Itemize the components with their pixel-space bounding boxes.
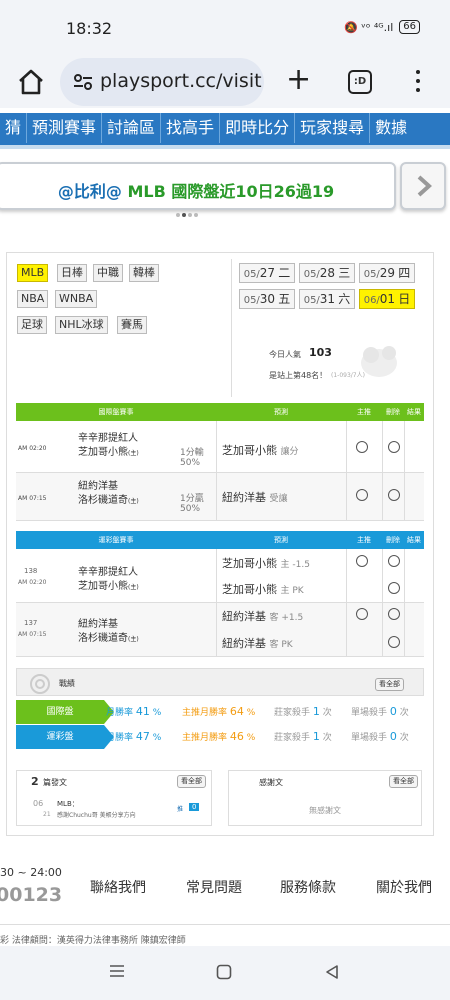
promo-banner[interactable]: @比利@ MLB 國際盤近10日26過19 [0, 162, 396, 210]
posts-panel: 2 篇發文 看全部 06 21 MLB： 感謝Chuchu哥 美帳分享方向 推 … [16, 770, 212, 826]
legal-text: 彩 法律顧問：漢英得力法律事務所 陳鎮宏律師 [0, 936, 186, 946]
nav-item[interactable]: 數據 [370, 113, 412, 143]
date-tab[interactable]: 05/29 四 [359, 263, 415, 283]
address-bar[interactable]: playsport.cc/visit [60, 58, 264, 106]
posts-view-all-button[interactable]: 看全部 [177, 775, 206, 788]
league-tab-kbo[interactable]: 韓棒 [129, 264, 159, 282]
league-tab-soccer[interactable]: 足球 [17, 316, 47, 334]
pick-team: 紐約洋基 [222, 491, 266, 504]
nav-item[interactable]: 預測賽事 [27, 113, 103, 143]
target-icon [30, 674, 50, 694]
service-hours: 30 ~ 24:00 [0, 866, 62, 879]
date-tab[interactable]: 05/28 三 [299, 263, 355, 283]
browser-toolbar: playsport.cc/visit + :D [0, 56, 450, 108]
date-tab[interactable]: 05/27 二 [239, 263, 295, 283]
nav-item[interactable]: 猜 [0, 113, 28, 143]
record-view-all-button[interactable]: 看全部 [375, 678, 404, 691]
divider [231, 259, 232, 397]
system-nav-bar [0, 946, 450, 1000]
delete-radio[interactable] [388, 489, 400, 501]
home-nav-icon[interactable] [216, 964, 232, 980]
league-tab-wnba[interactable]: WNBA [55, 290, 98, 308]
delete-radio[interactable] [388, 441, 400, 453]
table-row: AM 07:15 紐約洋基 洛杉磯道奇(主) 1分贏 50% 紐約洋基 受讓 [16, 473, 424, 521]
pick-team: 芝加哥小熊 [222, 444, 277, 457]
delete-radio[interactable] [388, 608, 400, 620]
clock: 18:32 [66, 19, 113, 38]
table-header: 國際盤賽事 預測 主推 刪除 結果 [16, 403, 424, 421]
nav-item[interactable]: 找高手 [161, 113, 221, 143]
banner-next-button[interactable] [400, 162, 446, 210]
rank-text: 是站上第48名！ [269, 371, 328, 380]
recommend-radio[interactable] [356, 489, 368, 501]
thanks-view-all-button[interactable]: 看全部 [389, 775, 418, 788]
service-phone: 00123 [0, 884, 63, 906]
table-row: AM 02:20 辛辛那提紅人 芝加哥小熊(主) 1分輸 50% 芝加哥小熊 讓… [16, 421, 424, 473]
recommend-radio[interactable] [356, 608, 368, 620]
home-icon[interactable] [16, 67, 46, 97]
menu-more-icon[interactable] [415, 70, 421, 94]
league-tab-nhl[interactable]: NHL冰球 [55, 316, 108, 334]
delete-radio[interactable] [388, 555, 400, 567]
nav-item[interactable]: 即時比分 [220, 113, 296, 143]
signal-icons: 🔕 ᵛᵒ ⁴ᴳ.ıl [344, 20, 394, 34]
banner-record: MLB 國際盤近10日26過19 [121, 182, 335, 201]
table-header: 運彩盤賽事 預測 主推 刪除 結果 [16, 531, 424, 549]
post-link[interactable]: 感謝Chuchu哥 美帳分享方向 [57, 810, 136, 819]
status-icons: 🔕 ᵛᵒ ⁴ᴳ.ıl 66 [344, 20, 420, 34]
record-row-lottery: 運彩盤 月勝率 47 % 主推月勝率 46 % 莊家殺手 1 次 單場殺手 0 … [16, 725, 424, 749]
date-tab[interactable]: 05/31 六 [299, 289, 355, 309]
league-tab-cpbl[interactable]: 中職 [93, 264, 123, 282]
record-header: 戰績 看全部 [16, 668, 424, 696]
delete-radio[interactable] [388, 582, 400, 594]
recommend-radio[interactable] [356, 555, 368, 567]
intl-odds-table: 國際盤賽事 預測 主推 刪除 結果 AM 02:20 辛辛那提紅人 芝加哥小熊(… [16, 403, 424, 529]
footer-link-contact[interactable]: 聯絡我們 [90, 877, 146, 897]
nav-item[interactable]: 玩家搜尋 [295, 113, 371, 143]
status-bar: 18:32 🔕 ᵛᵒ ⁴ᴳ.ıl 66 [0, 0, 450, 56]
url-text: playsport.cc/visit [100, 70, 262, 92]
new-tab-icon[interactable]: + [286, 62, 311, 98]
thanks-panel: 感謝文 看全部 無感謝文 [228, 770, 422, 826]
footer-link-terms[interactable]: 服務條款 [280, 877, 336, 897]
popularity-value: 103 [309, 346, 332, 359]
battery-icon: 66 [399, 20, 420, 34]
mascot-icon [361, 346, 397, 377]
post-count: 2 [31, 775, 39, 788]
league-tab-mlb[interactable]: MLB [17, 264, 49, 282]
site-settings-icon[interactable] [72, 71, 94, 93]
lottery-odds-table: 運彩盤賽事 預測 主推 刪除 結果 138 AM 02:20 辛辛那提紅人 芝加… [16, 531, 424, 659]
banner-text: @比利@ MLB 國際盤近10日26過19 [0, 178, 394, 202]
recommend-radio[interactable] [356, 441, 368, 453]
banner-pager [176, 213, 198, 217]
popularity-label: 今日人氣 [269, 350, 301, 359]
nav-item[interactable]: 討論區 [102, 113, 162, 143]
record-row-intl: 國際盤 月勝率 41 % 主推月勝率 64 % 莊家殺手 1 次 單場殺手 0 … [16, 700, 424, 724]
footer-link-faq[interactable]: 常見問題 [186, 877, 242, 897]
footer-link-about[interactable]: 關於我們 [376, 877, 432, 897]
league-tab-jpb[interactable]: 日棒 [57, 264, 87, 282]
banner-user: @比利@ [57, 182, 122, 201]
date-tab[interactable]: 05/30 五 [239, 289, 295, 309]
date-tab-selected[interactable]: 06/01 日 [359, 289, 415, 309]
chevron-right-icon [417, 175, 432, 197]
table-row: 138 AM 02:20 辛辛那提紅人 芝加哥小熊(主) 芝加哥小熊 主 -1.… [16, 549, 424, 603]
back-icon[interactable] [325, 964, 339, 980]
tab-switcher-button[interactable]: :D [348, 70, 372, 94]
league-tab-nba[interactable]: NBA [17, 290, 49, 308]
delete-radio[interactable] [388, 636, 400, 648]
table-row: 137 AM 07:15 紐約洋基 洛杉磯道奇(主) 紐約洋基 客 +1.5 紐… [16, 603, 424, 657]
recents-icon[interactable] [109, 964, 125, 978]
league-tab-horse[interactable]: 賽馬 [117, 316, 147, 334]
nav-divider [0, 145, 450, 149]
site-nav: 猜預測賽事 討論區 找高手 即時比分 玩家搜尋 數據 [0, 113, 450, 145]
like-count: 0 [189, 803, 200, 811]
